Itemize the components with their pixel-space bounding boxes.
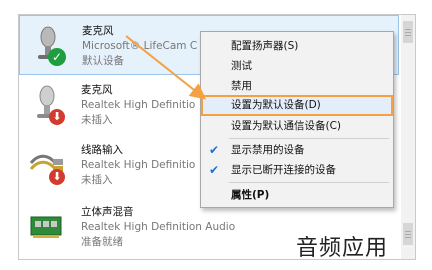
caption-text: 音频应用 — [296, 236, 389, 261]
